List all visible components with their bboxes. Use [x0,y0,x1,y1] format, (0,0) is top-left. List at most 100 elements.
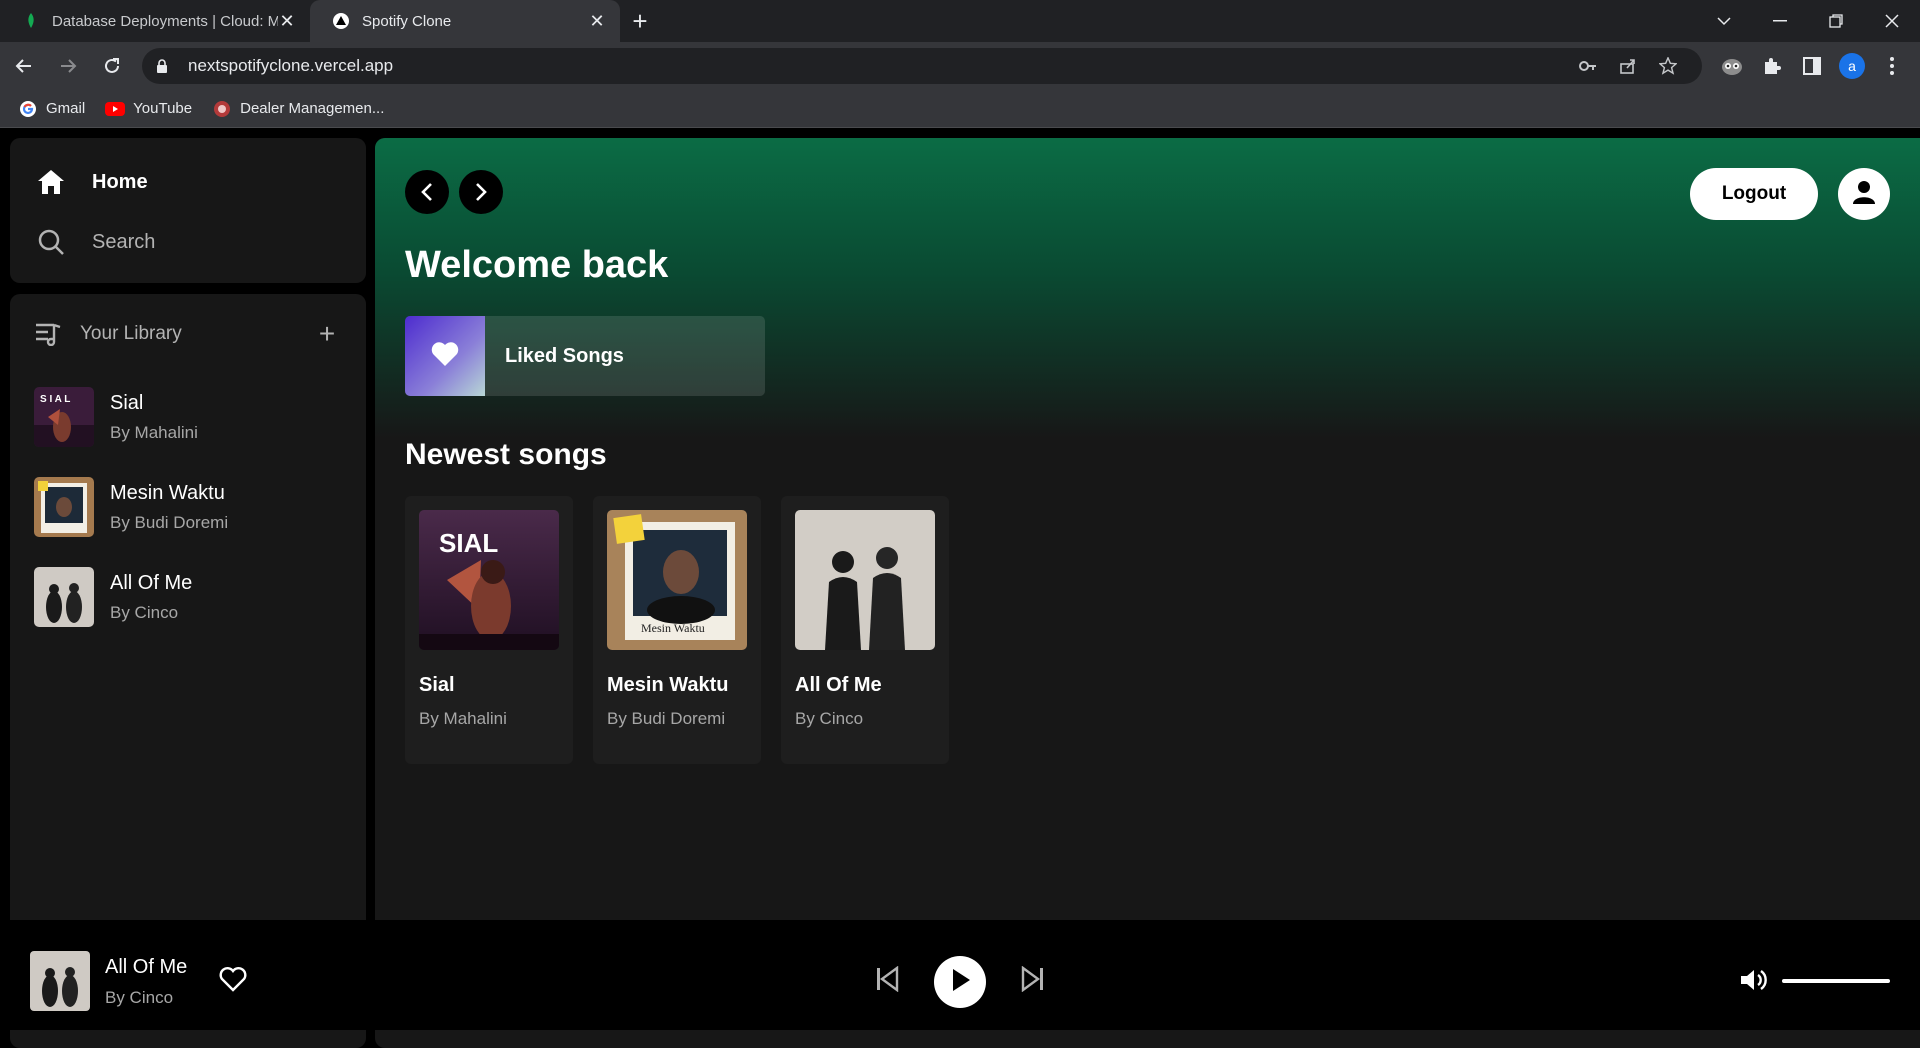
speaker-icon [1739,967,1769,998]
share-icon[interactable] [1608,57,1648,75]
logout-button[interactable]: Logout [1690,168,1818,220]
album-cover-all-of-me [795,510,935,650]
browser-toolbar: nextspotifyclone.vercel.app a [0,42,1920,90]
now-playing-title: All Of Me [105,956,188,978]
album-cover-sial: SIAL [419,510,559,650]
reload-button[interactable] [92,46,132,86]
heart-outline-icon [219,966,247,997]
tab-title: Spotify Clone [362,12,452,30]
back-button[interactable] [4,46,44,86]
side-panel-icon[interactable] [1792,46,1832,86]
svg-text:S I A L: S I A L [40,394,70,405]
sidebar-item-home[interactable]: Home [36,152,340,212]
song-title: All Of Me [795,674,882,696]
close-icon[interactable]: ✕ [278,11,296,31]
bookmark-label: Gmail [46,100,86,117]
song-title: All Of Me [110,571,193,594]
album-cover-mesin-waktu [34,477,94,537]
kebab-menu-icon[interactable] [1872,46,1912,86]
bookmark-label: Dealer Managemen... [240,100,385,117]
user-profile-button[interactable] [1838,168,1890,220]
dealer-icon [212,99,232,119]
tab-search-icon[interactable] [1696,0,1752,42]
url-text[interactable]: nextspotifyclone.vercel.app [188,56,1568,76]
new-tab-button[interactable]: + [620,0,660,42]
newest-songs-grid: SIAL Sial By Mahalini Mesin Waktu Mesin … [405,496,949,764]
mongodb-leaf-icon [22,12,40,30]
key-icon[interactable] [1568,60,1608,72]
extensions-puzzle-icon[interactable] [1752,46,1792,86]
window-controls [1696,0,1920,42]
song-artist: By Cinco [795,709,864,728]
library-list: S I A L Sial By Mahalini Mesin Waktu By … [34,372,342,642]
sidebar-item-search[interactable]: Search [36,212,340,272]
song-artist: By Cinco [110,602,179,622]
skip-forward-icon [1021,965,1045,997]
album-cover-all-of-me [34,567,94,627]
profile-avatar[interactable]: a [1832,46,1872,86]
restore-button[interactable] [1808,0,1864,42]
google-icon [18,99,38,119]
list-item[interactable]: All Of Me By Cinco [34,552,342,642]
play-button[interactable] [934,956,986,1008]
newest-songs-heading: Newest songs [405,438,607,471]
tab-title: Database Deployments | Cloud: M [52,12,278,30]
library-icon [34,322,64,346]
song-title: Sial [110,391,144,414]
heart-icon [431,341,459,372]
search-icon [36,227,66,257]
close-icon[interactable]: ✕ [588,11,606,31]
like-button[interactable] [218,966,248,996]
bookmark-youtube[interactable]: YouTube [105,99,192,119]
song-card[interactable]: SIAL Sial By Mahalini [405,496,573,764]
user-icon [1853,180,1875,209]
now-playing-cover [30,951,90,1011]
bookmark-star-icon[interactable] [1648,57,1688,75]
youtube-icon [105,99,126,119]
song-artist: By Budi Doremi [110,512,229,532]
liked-songs-label: Liked Songs [505,344,624,367]
song-artist: By Budi Doremi [607,709,726,728]
bookmark-label: YouTube [133,100,193,117]
liked-songs-tile[interactable]: Liked Songs [405,316,765,396]
list-item[interactable]: S I A L Sial By Mahalini [34,372,342,462]
close-window-button[interactable] [1864,0,1920,42]
library-title[interactable]: Your Library [80,323,312,345]
minimize-button[interactable] [1752,0,1808,42]
bookmarks-bar: Gmail YouTube Dealer Managemen... [0,90,1920,128]
profile-initial: a [1839,53,1865,79]
song-card[interactable]: Mesin Waktu Mesin Waktu By Budi Doremi [593,496,761,764]
address-bar[interactable]: nextspotifyclone.vercel.app [142,48,1702,84]
bookmark-dealer[interactable]: Dealer Managemen... [212,99,384,119]
song-title: Mesin Waktu [607,674,729,696]
sidebar-nav: Home Search [10,138,366,283]
lock-icon[interactable] [156,59,172,73]
forward-arrow-button[interactable] [459,170,503,214]
now-playing-artist: By Cinco [105,988,174,1007]
browser-tab-spotify-clone[interactable]: Spotify Clone ✕ [310,0,620,42]
volume-slider[interactable] [1782,979,1890,983]
bookmark-gmail[interactable]: Gmail [18,99,85,119]
song-title: Sial [419,674,455,696]
list-item[interactable]: Mesin Waktu By Budi Doremi [34,462,342,552]
page-title: Welcome back [405,244,669,286]
volume-button[interactable] [1738,966,1770,998]
song-artist: By Mahalini [419,709,507,728]
add-song-button[interactable]: + [312,318,342,349]
sidebar-item-label: Home [92,170,148,193]
album-cover-sial: S I A L [34,387,94,447]
album-cover-mesin-waktu: Mesin Waktu [607,510,747,650]
extension-owl-icon[interactable] [1712,46,1752,86]
next-track-button[interactable] [1016,964,1050,998]
home-icon [36,167,66,197]
previous-track-button[interactable] [870,964,904,998]
library-header: Your Library + [34,314,342,354]
sidebar-item-label: Search [92,230,156,253]
back-arrow-button[interactable] [405,170,449,214]
song-card[interactable]: All Of Me By Cinco [781,496,949,764]
browser-tab-database[interactable]: Database Deployments | Cloud: M ✕ [0,0,310,42]
skip-back-icon [875,965,899,997]
forward-button[interactable] [48,46,88,86]
spotify-clone-app: Home Search Your Library + S I A L Sial … [0,128,1920,1048]
song-artist: By Mahalini [110,422,198,442]
